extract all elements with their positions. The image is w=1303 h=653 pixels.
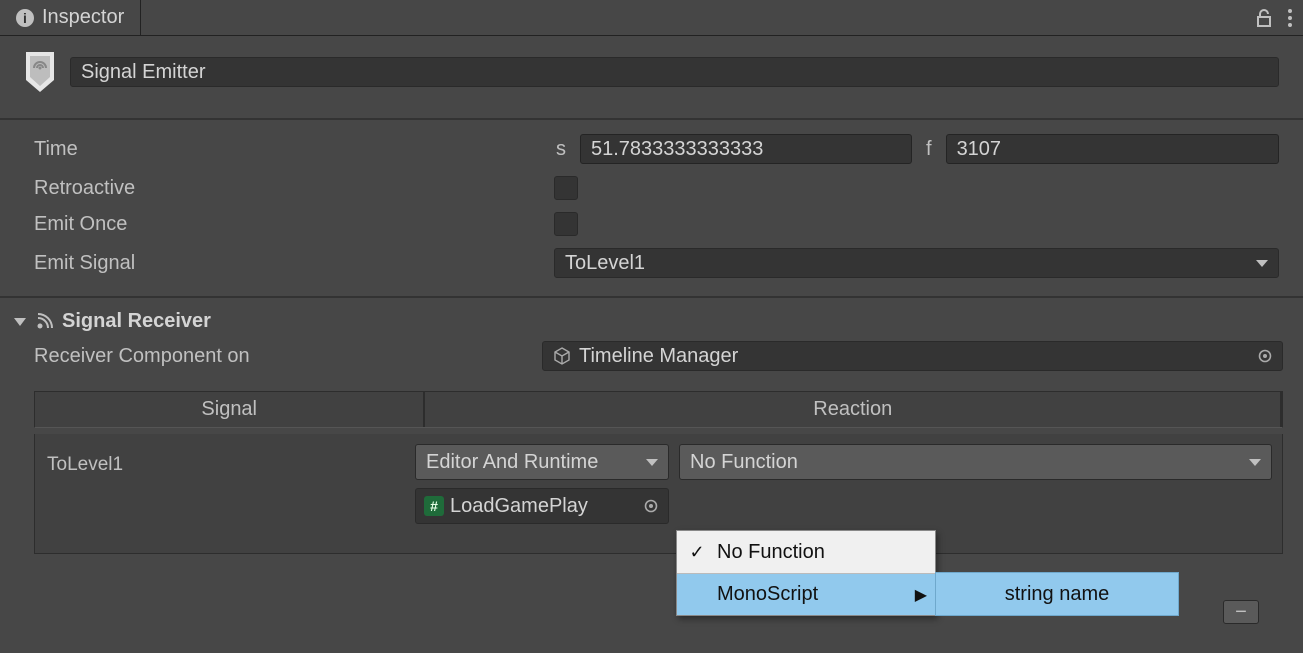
receiver-component-value: Timeline Manager [579,345,738,368]
reaction-signal-name: ToLevel1 [47,454,123,476]
time-row: Time s f [34,134,1279,164]
receiver-component-row: Receiver Component on Timeline Manager [34,341,1283,371]
retroactive-row: Retroactive [34,176,1279,200]
emit-signal-label: Emit Signal [34,252,544,275]
submenu-arrow-icon: ▶ [915,585,927,605]
check-icon: ✓ [685,542,709,563]
signal-receiver-icon [34,312,54,332]
signal-receiver-header[interactable]: Signal Receiver [8,310,1295,341]
submenu-item-label: string name [1005,583,1110,606]
receiver-component-field[interactable]: Timeline Manager [542,341,1283,371]
target-object-value: LoadGamePlay [450,495,588,518]
function-value: No Function [690,451,798,474]
popup-item-monoscript[interactable]: MonoScript ▶ [677,573,935,615]
reaction-row: ToLevel1 Editor And Runtime No Function [34,434,1283,554]
tabbar: i Inspector [0,0,1303,36]
retroactive-label: Retroactive [34,177,544,200]
object-picker-icon[interactable] [640,495,662,517]
script-icon: # [424,496,444,516]
tabbar-actions [1255,0,1303,35]
chevron-down-icon [646,459,658,466]
gameobject-icon [553,347,571,365]
emit-once-row: Emit Once [34,212,1279,236]
target-object-field[interactable]: # LoadGamePlay [415,488,669,524]
info-icon: i [16,9,34,27]
column-reaction: Reaction [425,392,1280,427]
kebab-menu-icon[interactable] [1287,8,1293,28]
remove-listener-button[interactable]: − [1223,600,1259,624]
function-popup[interactable]: ✓ No Function MonoScript ▶ [676,530,936,616]
reaction-columns: Signal Reaction [34,391,1283,428]
emit-once-label: Emit Once [34,213,544,236]
signal-marker-icon [24,50,56,94]
chevron-down-icon [1256,260,1268,267]
popup-item-no-function[interactable]: ✓ No Function [677,531,935,573]
chevron-down-icon [1249,459,1261,466]
time-frames-label: f [924,138,934,161]
tabbar-spacer [141,0,1255,35]
emit-signal-value: ToLevel1 [565,252,645,275]
submenu-item-string-name[interactable]: string name [936,573,1178,615]
emit-signal-row: Emit Signal ToLevel1 [34,248,1279,278]
object-picker-icon[interactable] [1254,345,1276,367]
signal-receiver-section: Signal Receiver Receiver Component on Ti… [0,298,1303,554]
foldout-arrow-icon [14,318,26,326]
emit-once-checkbox[interactable] [554,212,578,236]
retroactive-checkbox[interactable] [554,176,578,200]
inspector-window: i Inspector Signal Emitter [0,0,1303,653]
time-seconds-label: s [554,138,568,161]
call-mode-dropdown[interactable]: Editor And Runtime [415,444,669,480]
object-name-field[interactable]: Signal Emitter [70,57,1279,87]
emitter-properties: Time s f Retroactive Emit Once Emit Sign… [0,120,1303,298]
time-frames-field[interactable] [946,134,1279,164]
receiver-component-label: Receiver Component on [34,345,532,368]
signal-receiver-title: Signal Receiver [62,310,211,333]
inspector-tab[interactable]: i Inspector [0,0,141,35]
lock-icon[interactable] [1255,8,1273,28]
emit-signal-dropdown[interactable]: ToLevel1 [554,248,1279,278]
object-header: Signal Emitter [0,36,1303,120]
call-mode-value: Editor And Runtime [426,451,598,474]
inspector-tab-label: Inspector [42,6,124,29]
popup-item-label: No Function [717,541,825,564]
time-label: Time [34,138,544,161]
popup-item-label: MonoScript [717,583,818,606]
object-name-text: Signal Emitter [81,61,206,84]
column-signal: Signal [35,392,423,427]
time-seconds-field[interactable] [580,134,912,164]
function-submenu[interactable]: string name [935,572,1179,616]
function-dropdown[interactable]: No Function [679,444,1272,480]
